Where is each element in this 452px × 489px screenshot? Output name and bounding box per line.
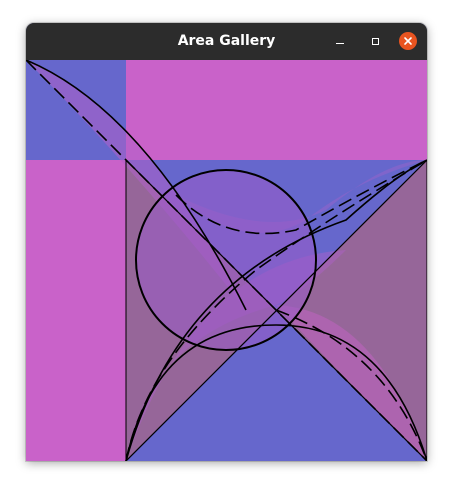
top-magenta-band	[126, 60, 427, 160]
close-button[interactable]	[398, 31, 418, 51]
app-window: Area Gallery	[26, 23, 427, 461]
left-magenta-band	[26, 160, 126, 461]
close-icon	[399, 32, 417, 50]
minimize-button[interactable]	[330, 31, 350, 51]
maximize-button[interactable]	[365, 31, 385, 51]
title-bar[interactable]: Area Gallery	[26, 23, 427, 60]
minimize-icon	[336, 42, 344, 44]
area-drawing	[26, 60, 427, 461]
drawing-canvas[interactable]	[26, 60, 427, 461]
maximize-icon	[371, 37, 379, 45]
